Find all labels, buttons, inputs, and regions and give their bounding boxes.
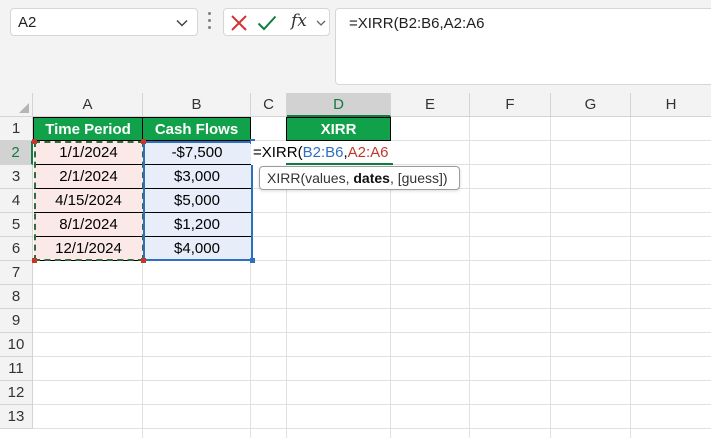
row-header-1[interactable]: 1 [0,117,33,141]
row-header-8[interactable]: 8 [0,285,33,309]
gridline [33,308,711,309]
formula-prefix: =XIRR( [253,144,303,161]
chevron-down-icon[interactable] [316,18,326,28]
row-header-6[interactable]: 6 [0,237,33,261]
cell-b1[interactable]: Cash Flows [142,117,251,141]
column-header-e[interactable]: E [391,93,470,117]
gridline [33,404,711,405]
cell-d2-editor[interactable]: =XIRR(B2:B6,A2:A6 [251,141,391,165]
formula-bar-area: A2 fx =XIRR(B2:B6,A2:A6 [0,0,711,93]
dates-reference: A2:A6 [347,144,389,161]
row-header-7[interactable]: 7 [0,261,33,285]
row-header-11[interactable]: 11 [0,357,33,381]
cell-b3[interactable]: $3,000 [143,165,251,189]
chevron-down-icon[interactable] [175,16,189,30]
column-header-c[interactable]: C [251,93,287,117]
column-header-b[interactable]: B [143,93,251,117]
cell-a1[interactable]: Time Period [33,117,143,141]
drag-handle-icon[interactable] [208,12,212,32]
row-header-4[interactable]: 4 [0,189,33,213]
formula-text: =XIRR(B2:B6,A2:A6 [349,15,485,32]
gridline [33,428,711,429]
cell-a6[interactable]: 12/1/2024 [34,237,143,261]
gridline [550,117,551,438]
row-header-12[interactable]: 12 [0,381,33,405]
tooltip-arg-dates: dates [353,170,390,186]
formula-input[interactable]: =XIRR(B2:B6,A2:A6 [335,8,711,85]
gridline [33,332,711,333]
cell-a3[interactable]: 2/1/2024 [34,165,143,189]
cell-b4[interactable]: $5,000 [143,189,251,213]
column-header-d[interactable]: D [287,93,391,117]
gridline [33,380,711,381]
row-header-13[interactable]: 13 [0,405,33,429]
select-all-button[interactable] [0,93,33,117]
check-icon[interactable] [257,14,277,32]
insert-function-button[interactable]: fx [291,11,307,31]
cell-a4[interactable]: 4/15/2024 [34,189,143,213]
values-reference: B2:B6 [302,144,344,161]
row-header-3[interactable]: 3 [0,165,33,189]
gridline [33,356,711,357]
name-box-value: A2 [18,14,37,31]
cell-b2[interactable]: -$7,500 [143,141,251,165]
name-box[interactable]: A2 [10,8,198,36]
column-header-f[interactable]: F [470,93,551,117]
cell-a5[interactable]: 8/1/2024 [34,213,143,237]
row-header-10[interactable]: 10 [0,333,33,357]
gridline [630,117,631,438]
active-cell-border [286,163,393,165]
column-header-g[interactable]: G [551,93,631,117]
cell-b5[interactable]: $1,200 [143,213,251,237]
row-header-9[interactable]: 9 [0,309,33,333]
column-header-a[interactable]: A [33,93,143,117]
function-tooltip[interactable]: XIRR(values, dates, [guess]) [259,166,460,190]
cancel-icon[interactable] [230,14,248,32]
cell-b6[interactable]: $4,000 [143,237,251,261]
row-header-5[interactable]: 5 [0,213,33,237]
formula-buttons: fx [223,8,330,36]
cell-d1[interactable]: XIRR [286,117,391,141]
column-header-h[interactable]: H [631,93,711,117]
gridline [33,284,711,285]
cell-a2[interactable]: 1/1/2024 [34,141,143,165]
tooltip-function: XIRR( [267,170,306,186]
tooltip-arg-guess: , [guess]) [389,170,448,186]
tooltip-arg-values: values, [305,170,354,186]
gridline [469,117,470,438]
row-header-2[interactable]: 2 [0,141,33,165]
